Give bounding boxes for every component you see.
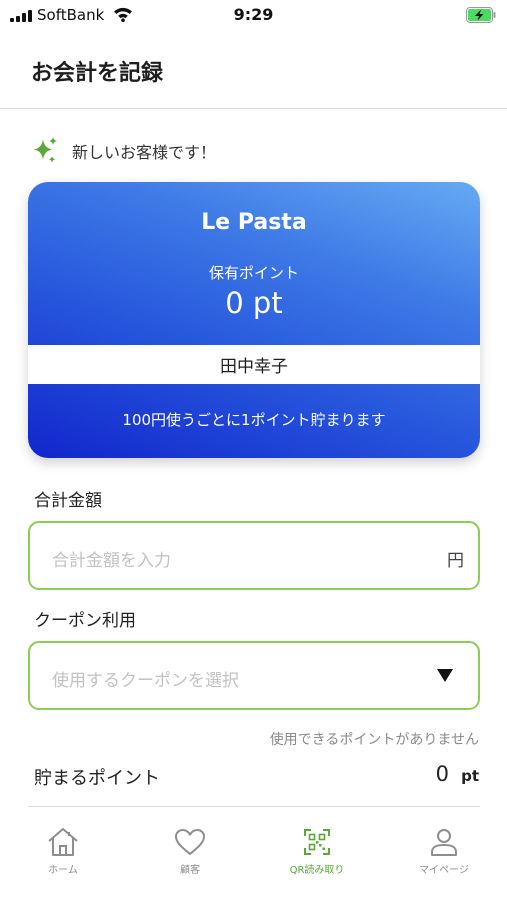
qr-scan-icon <box>304 829 330 855</box>
points-label: 保有ポイント <box>208 264 299 282</box>
heart-icon <box>175 829 205 855</box>
total-amount-placeholder: 合計金額を入力 <box>52 551 171 571</box>
tab-customers[interactable]: 顧客 <box>127 820 253 882</box>
earn-points-unit: pt <box>461 767 479 785</box>
tab-customers-label: 顧客 <box>180 865 200 876</box>
home-icon <box>48 828 78 856</box>
notice-text: 新しいお客様です！ <box>72 143 217 162</box>
divider <box>28 806 480 807</box>
shop-name: Le Pasta <box>201 210 307 235</box>
member-name: 田中幸子 <box>220 357 288 377</box>
app-header: お会計を記録 <box>0 30 507 109</box>
tab-my-page[interactable]: マイページ <box>381 820 507 882</box>
new-customer-notice: 新しいお客様です！ <box>31 134 216 168</box>
status-bar: SoftBank 9:29 <box>0 0 507 30</box>
tab-qr-scan[interactable]: QR読み取り <box>254 820 380 882</box>
battery-charging-icon <box>466 7 496 23</box>
tab-bar: ホーム 顧客 QR読み取り マイページ <box>0 820 507 900</box>
coupon-select[interactable]: 使用するクーポンを選択 <box>28 641 480 710</box>
earn-points-row: 貯まるポイント 0 pt <box>34 762 480 790</box>
sparkle-icon <box>34 137 57 163</box>
tab-qr-scan-label: QR読み取り <box>289 865 345 876</box>
member-name-band: 田中幸子 <box>28 345 480 384</box>
coupon-label: クーポン利用 <box>34 611 136 631</box>
yen-unit: 円 <box>447 551 464 571</box>
person-icon <box>431 829 457 856</box>
earn-rule-text: 100円使うごとに1ポイント貯まります <box>122 411 386 429</box>
dropdown-triangle-icon <box>437 669 453 682</box>
tab-my-page-label: マイページ <box>419 865 469 876</box>
earn-points-value: 0 <box>435 762 449 786</box>
total-amount-label: 合計金額 <box>34 491 102 511</box>
page-title: お会計を記録 <box>31 61 164 86</box>
earn-points-label: 貯まるポイント <box>34 768 160 789</box>
status-time: 9:29 <box>233 5 274 24</box>
tab-home[interactable]: ホーム <box>0 820 126 882</box>
coupon-placeholder: 使用するクーポンを選択 <box>52 671 239 691</box>
member-point-card: Le Pasta 保有ポイント 0 pt 田中幸子 100円使うごとに1ポイント… <box>28 182 480 458</box>
total-amount-input[interactable]: 合計金額を入力 円 <box>28 521 480 590</box>
tab-home-label: ホーム <box>48 865 78 876</box>
points-balance: 0 pt <box>225 286 283 320</box>
no-usable-points-notice: 使用できるポイントがありません <box>269 732 479 748</box>
